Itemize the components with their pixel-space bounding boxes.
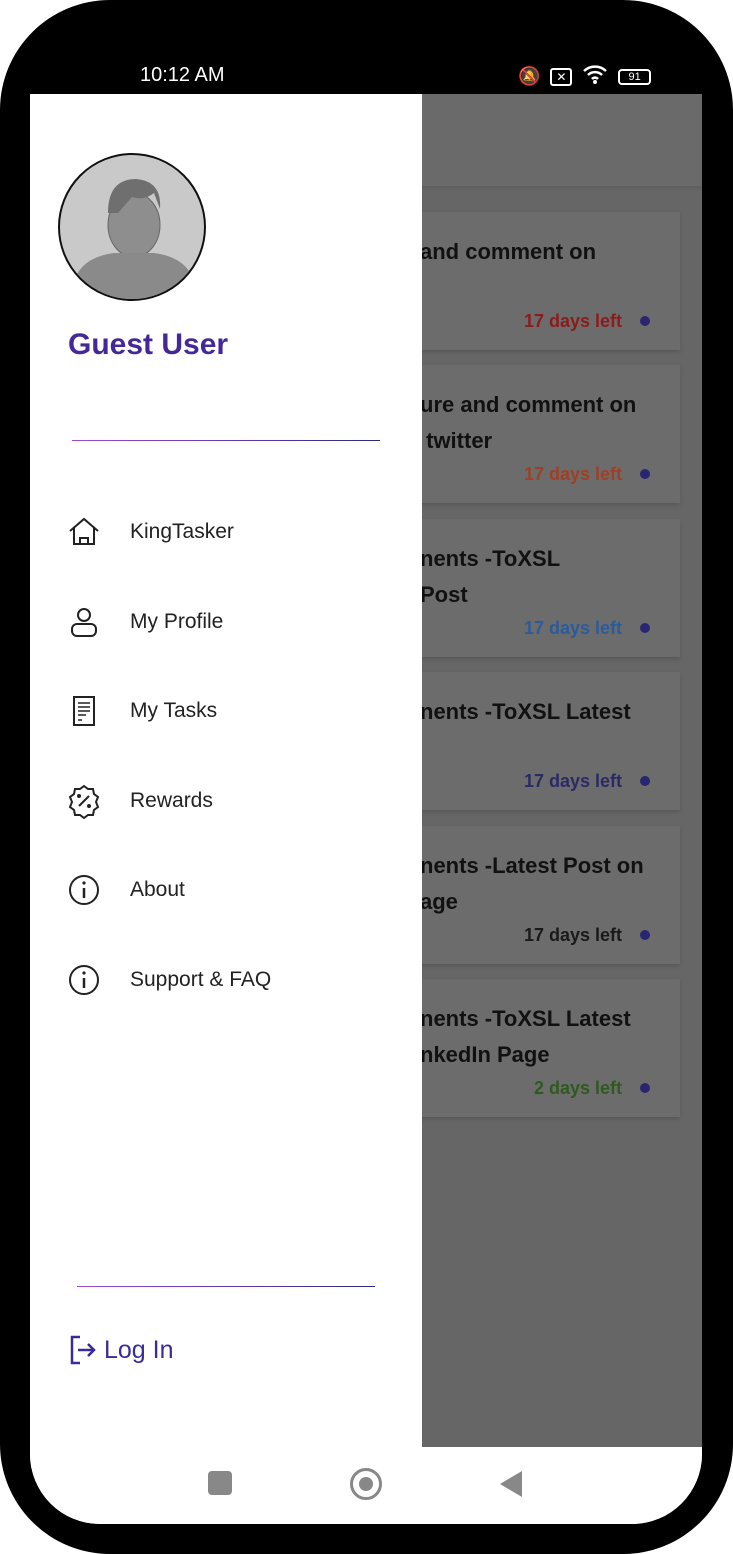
status-dot xyxy=(640,316,650,326)
home-icon xyxy=(69,517,99,545)
wifi-icon xyxy=(582,64,608,89)
drawer-item-kingtasker[interactable]: KingTasker xyxy=(66,514,234,550)
days-left: 17 days left xyxy=(523,924,622,945)
task-card[interactable]: nents -ToXSL Post 17 days left xyxy=(390,518,680,657)
drawer-item-label: KingTasker xyxy=(130,520,234,543)
info-icon xyxy=(69,875,99,906)
document-icon xyxy=(73,696,95,727)
drawer-item-my-profile[interactable]: My Profile xyxy=(66,604,223,640)
drawer-item-label: Rewards xyxy=(130,788,213,812)
screen: and comment on 17 days left ure and commen… xyxy=(30,94,702,1524)
task-title: ure and comment on twitter xyxy=(420,392,637,454)
user-icon xyxy=(71,607,97,637)
task-title: nents -ToXSL Latest nkedIn Page xyxy=(420,1006,631,1067)
system-nav-bar xyxy=(30,1447,702,1524)
status-bar: 10:12 AM 🔕 ✕ 91 xyxy=(0,60,733,94)
mute-icon: 🔕 xyxy=(518,66,541,86)
drawer-item-label: My Tasks xyxy=(130,699,218,723)
task-title: and comment on xyxy=(420,239,597,264)
divider xyxy=(77,1286,375,1287)
task-card[interactable]: nents -Latest Post on age 17 days left xyxy=(390,825,680,964)
task-title: nents -ToXSL Latest xyxy=(420,699,631,725)
back-button[interactable] xyxy=(500,1471,522,1497)
drawer-item-label: About xyxy=(130,878,185,902)
status-time: 10:12 AM xyxy=(140,64,225,86)
percent-badge-icon xyxy=(68,784,100,819)
user-name: Guest User xyxy=(68,328,229,361)
login-button[interactable]: Log In xyxy=(68,1334,174,1366)
task-card[interactable]: ure and comment on twitter 17 days left xyxy=(390,365,680,504)
drawer-item-label: Support & FAQ xyxy=(130,968,272,991)
days-left: 17 days left xyxy=(523,771,622,792)
status-dot xyxy=(640,776,650,787)
home-button[interactable] xyxy=(350,1468,382,1500)
task-card[interactable]: nents -ToXSL Latest nkedIn Page 2 days le… xyxy=(390,979,680,1117)
navigation-drawer: Guest User KingTasker My Profile My Tasks R… xyxy=(30,94,422,1447)
avatar[interactable] xyxy=(58,153,206,301)
days-left: 17 days left xyxy=(523,617,622,638)
status-dot xyxy=(640,622,650,633)
no-sim-icon: ✕ xyxy=(550,67,573,86)
logout-icon xyxy=(70,1335,96,1365)
days-left: 2 days left xyxy=(533,1078,622,1098)
task-card[interactable]: nents -ToXSL Latest 17 days left xyxy=(390,672,680,811)
divider xyxy=(72,440,380,441)
status-dot xyxy=(640,469,650,480)
recents-button[interactable] xyxy=(208,1471,232,1495)
drawer-item-rewards[interactable]: Rewards xyxy=(66,783,213,819)
task-title: nents -ToXSL Post xyxy=(420,545,561,607)
drawer-item-support-faq[interactable]: Support & FAQ xyxy=(66,962,271,998)
battery-icon: 91 xyxy=(618,68,651,85)
drawer-item-label: My Profile xyxy=(130,609,224,633)
days-left: 17 days left xyxy=(523,464,622,485)
task-title: nents -Latest Post on age xyxy=(420,852,644,914)
drawer-item-my-tasks[interactable]: My Tasks xyxy=(66,693,217,729)
status-dot xyxy=(640,1083,650,1093)
task-card[interactable]: and comment on 17 days left xyxy=(390,212,680,350)
info-icon xyxy=(69,965,99,995)
status-dot xyxy=(640,929,650,940)
login-label: Log In xyxy=(104,1335,174,1364)
days-left: 17 days left xyxy=(523,311,622,331)
drawer-item-about[interactable]: About xyxy=(66,872,185,908)
